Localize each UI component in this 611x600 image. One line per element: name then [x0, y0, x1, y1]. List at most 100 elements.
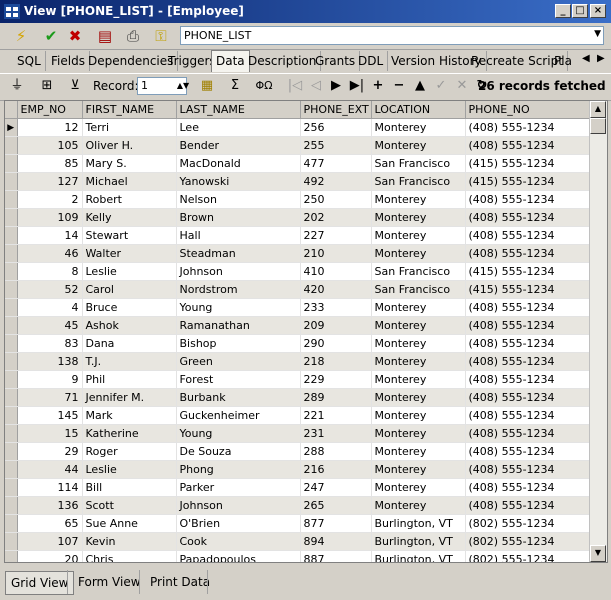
- row-indicator[interactable]: [5, 298, 18, 317]
- table-cell[interactable]: 210: [300, 244, 372, 263]
- table-cell[interactable]: (408) 555-1234: [465, 244, 592, 263]
- table-cell[interactable]: 894: [300, 532, 372, 551]
- row-indicator[interactable]: [5, 136, 18, 155]
- table-row[interactable]: 145 Mark Guckenheimer 221 Monterey (408) 555-…: [5, 406, 592, 425]
- row-indicator[interactable]: [5, 262, 18, 281]
- table-cell[interactable]: Johnson: [176, 262, 301, 281]
- table-row[interactable]: 46 Walter Steadman 210 Monterey (408) 555-123…: [5, 244, 592, 263]
- table-cell[interactable]: 420: [300, 280, 372, 299]
- table-cell[interactable]: 145: [17, 406, 83, 425]
- table-cell[interactable]: 288: [300, 442, 372, 461]
- lightning-icon[interactable]: ⚡: [10, 26, 32, 46]
- table-cell[interactable]: (415) 555-1234: [465, 280, 592, 299]
- row-indicator[interactable]: [5, 460, 18, 479]
- table-row[interactable]: 14 Stewart Hall 227 Monterey (408) 555-1234: [5, 226, 592, 245]
- table-cell[interactable]: De Souza: [176, 442, 301, 461]
- table-cell[interactable]: Monterey: [371, 424, 466, 443]
- table-cell[interactable]: Burlington, VT: [371, 514, 466, 533]
- table-cell[interactable]: 71: [17, 388, 83, 407]
- table-cell[interactable]: 109: [17, 208, 83, 227]
- post-icon[interactable]: ✓: [431, 76, 451, 96]
- table-cell[interactable]: (408) 555-1234: [465, 406, 592, 425]
- table-cell[interactable]: (408) 555-1234: [465, 316, 592, 335]
- table-cell[interactable]: (415) 555-1234: [465, 262, 592, 281]
- table-cell[interactable]: Mary S.: [82, 154, 177, 173]
- table-cell[interactable]: 45: [17, 316, 83, 335]
- table-cell[interactable]: 2: [17, 190, 83, 209]
- table-cell[interactable]: Bishop: [176, 334, 301, 353]
- row-indicator[interactable]: [5, 208, 18, 227]
- table-cell[interactable]: Monterey: [371, 370, 466, 389]
- table-cell[interactable]: Parker: [176, 478, 301, 497]
- table-cell[interactable]: 105: [17, 136, 83, 155]
- table-cell[interactable]: (415) 555-1234: [465, 154, 592, 173]
- table-row[interactable]: 138 T.J. Green 218 Monterey (408) 555-1234: [5, 352, 592, 371]
- table-cell[interactable]: 83: [17, 334, 83, 353]
- table-cell[interactable]: (408) 555-1234: [465, 424, 592, 443]
- table-cell[interactable]: 290: [300, 334, 372, 353]
- table-cell[interactable]: (408) 555-1234: [465, 118, 592, 137]
- row-indicator[interactable]: [5, 172, 18, 191]
- table-cell[interactable]: (408) 555-1234: [465, 478, 592, 497]
- table-cell[interactable]: San Francisco: [371, 280, 466, 299]
- table-row[interactable]: 109 Kelly Brown 202 Monterey (408) 555-1234: [5, 208, 592, 227]
- table-cell[interactable]: Guckenheimer: [176, 406, 301, 425]
- table-cell[interactable]: Monterey: [371, 478, 466, 497]
- scroll-down-icon[interactable]: ▼: [590, 545, 606, 562]
- table-cell[interactable]: Scott: [82, 496, 177, 515]
- table-cell[interactable]: Oliver H.: [82, 136, 177, 155]
- table-cell[interactable]: Kelly: [82, 208, 177, 227]
- column-header[interactable]: PHONE_NO: [465, 101, 592, 119]
- table-cell[interactable]: Forest: [176, 370, 301, 389]
- table-row[interactable]: 83 Dana Bishop 290 Monterey (408) 555-1234: [5, 334, 592, 353]
- table-cell[interactable]: San Francisco: [371, 154, 466, 173]
- table-cell[interactable]: Dana: [82, 334, 177, 353]
- table-cell[interactable]: Leslie: [82, 262, 177, 281]
- table-cell[interactable]: Bender: [176, 136, 301, 155]
- table-cell[interactable]: 9: [17, 370, 83, 389]
- table-cell[interactable]: Phong: [176, 460, 301, 479]
- row-indicator[interactable]: [5, 388, 18, 407]
- chevron-down-icon[interactable]: ▼: [594, 29, 601, 39]
- table-cell[interactable]: MacDonald: [176, 154, 301, 173]
- table-cell[interactable]: (408) 555-1234: [465, 334, 592, 353]
- table-row[interactable]: 107 Kevin Cook 894 Burlington, VT (802) 555-1…: [5, 532, 592, 551]
- table-row[interactable]: 114 Bill Parker 247 Monterey (408) 555-1234: [5, 478, 592, 497]
- table-cell[interactable]: (408) 555-1234: [465, 496, 592, 515]
- table-cell[interactable]: Phil: [82, 370, 177, 389]
- table-row[interactable]: 8 Leslie Johnson 410 San Francisco (415) 555-…: [5, 262, 592, 281]
- table-cell[interactable]: 138: [17, 352, 83, 371]
- table-cell[interactable]: Terri: [82, 118, 177, 137]
- maximize-button[interactable]: □: [572, 4, 588, 18]
- data-grid[interactable]: EMP_NO FIRST_NAME LAST_NAME PHONE_EXT LO…: [4, 100, 608, 563]
- table-cell[interactable]: Bruce: [82, 298, 177, 317]
- table-cell[interactable]: (408) 555-1234: [465, 370, 592, 389]
- table-row[interactable]: 71 Jennifer M. Burbank 289 Monterey (408) 555…: [5, 388, 592, 407]
- table-cell[interactable]: Monterey: [371, 406, 466, 425]
- table-cell[interactable]: 247: [300, 478, 372, 497]
- table-cell[interactable]: 255: [300, 136, 372, 155]
- row-indicator[interactable]: [5, 406, 18, 425]
- cancel-icon[interactable]: ✖: [64, 26, 86, 46]
- tab-scroll-left-icon[interactable]: ◀: [582, 53, 590, 64]
- table-row[interactable]: 45 Ashok Ramanathan 209 Monterey (408) 555-12…: [5, 316, 592, 335]
- table-row[interactable]: 29 Roger De Souza 288 Monterey (408) 555-1234: [5, 442, 592, 461]
- table-cell[interactable]: Robert: [82, 190, 177, 209]
- table-cell[interactable]: 65: [17, 514, 83, 533]
- last-icon[interactable]: ▶|: [347, 76, 367, 96]
- table-cell[interactable]: Leslie: [82, 460, 177, 479]
- table-cell[interactable]: 218: [300, 352, 372, 371]
- table-cell[interactable]: 14: [17, 226, 83, 245]
- row-indicator[interactable]: [5, 316, 18, 335]
- table-cell[interactable]: Green: [176, 352, 301, 371]
- table-row[interactable]: 20 Chris Papadopoulos 887 Burlington, VT (802…: [5, 550, 592, 562]
- debug-icon[interactable]: ▤: [94, 26, 116, 46]
- row-indicator[interactable]: [5, 190, 18, 209]
- table-cell[interactable]: Monterey: [371, 316, 466, 335]
- row-indicator[interactable]: [5, 334, 18, 353]
- minimize-button[interactable]: _: [555, 4, 571, 18]
- tab-grants[interactable]: Grants: [311, 51, 361, 71]
- table-row[interactable]: 4 Bruce Young 233 Monterey (408) 555-1234: [5, 298, 592, 317]
- table-cell[interactable]: Bill: [82, 478, 177, 497]
- table-cell[interactable]: 477: [300, 154, 372, 173]
